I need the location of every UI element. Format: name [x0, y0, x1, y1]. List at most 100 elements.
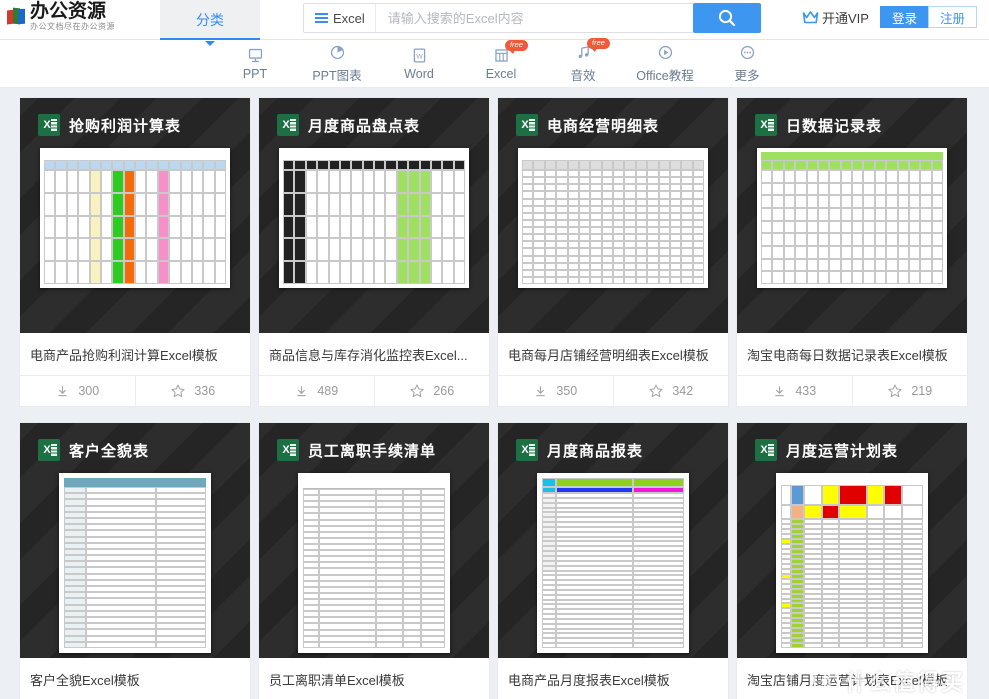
pie-chart-icon	[329, 44, 346, 62]
card-thumbnail[interactable]: X 客户全貌表	[20, 423, 250, 658]
nav-item-PPT[interactable]: PPT	[214, 46, 296, 81]
card-title[interactable]: 商品信息与库存消化监控表Excel...	[259, 333, 489, 376]
template-card[interactable]: X 月度运营计划表 淘宝店铺月度运营计划表Excel模板值什么值得买	[737, 423, 967, 699]
excel-file-icon: X	[277, 439, 299, 461]
favorite-count[interactable]: 342	[612, 376, 729, 406]
spreadsheet-preview	[40, 148, 230, 288]
favorite-count-value: 336	[194, 384, 216, 398]
search-icon	[718, 9, 736, 27]
favorite-count[interactable]: 219	[851, 376, 968, 406]
excel-file-icon: X	[516, 439, 538, 461]
template-card[interactable]: X 抢购利润计算表 电商产品抢购利润计算Excel模板 300 336	[20, 98, 250, 406]
card-thumbnail[interactable]: X 电商经营明细表	[498, 98, 728, 333]
excel-file-icon: X	[38, 114, 60, 136]
tab-category[interactable]: 分类	[160, 0, 260, 46]
nav-item-Office教程[interactable]: Office教程	[624, 44, 706, 84]
template-card[interactable]: X 员工离职手续清单员工离职清单Excel模板	[259, 423, 489, 699]
star-icon	[888, 384, 902, 398]
spreadsheet-preview	[298, 473, 450, 653]
nav-item-label: 音效	[570, 68, 596, 83]
spreadsheet-preview	[279, 148, 469, 288]
logo-subtitle: 办公文档尽在办公资源	[30, 22, 115, 31]
site-logo[interactable]: 办公资源 办公文档尽在办公资源	[0, 0, 150, 31]
thumbnail-title: 客户全貌表	[69, 441, 150, 460]
spreadsheet-preview	[518, 148, 708, 288]
card-title[interactable]: 淘宝店铺月度运营计划表Excel模板	[737, 658, 967, 699]
vip-button[interactable]: 开通VIP	[802, 8, 869, 27]
nav-item-Word[interactable]: W Word	[378, 46, 460, 81]
thumbnail-title: 月度商品盘点表	[308, 116, 421, 135]
nav-item-音效[interactable]: 音效 free	[542, 37, 624, 84]
nav-item-更多[interactable]: 更多	[706, 44, 788, 84]
download-count-value: 433	[795, 384, 817, 398]
download-icon	[58, 385, 67, 396]
favorite-count[interactable]: 336	[134, 376, 251, 406]
favorite-count-value: 342	[672, 384, 694, 398]
free-badge: free	[587, 37, 610, 53]
template-grid: X 抢购利润计算表 电商产品抢购利润计算Excel模板 300 336 X 月度商品盘点表…	[0, 88, 989, 699]
card-title[interactable]: 电商每月店铺经营明细表Excel模板	[498, 333, 728, 376]
download-count[interactable]: 489	[259, 376, 374, 406]
excel-file-icon: X	[755, 114, 777, 136]
template-card[interactable]: X 日数据记录表 淘宝电商每日数据记录表Excel模板 433 219	[737, 98, 967, 406]
template-card-slot: X 电商经营明细表 电商每月店铺经营明细表Excel模板 350 342	[498, 98, 737, 406]
card-title[interactable]: 客户全貌Excel模板	[20, 658, 250, 699]
thumbnail-title: 抢购利润计算表	[69, 116, 182, 135]
template-card-slot: X 月度商品报表电商产品月度报表Excel模板	[498, 423, 737, 699]
star-icon	[171, 384, 185, 398]
card-title[interactable]: 员工离职清单Excel模板	[259, 658, 489, 699]
tab-category-label: 分类	[196, 12, 224, 28]
search-area: Excel	[303, 3, 761, 33]
template-card-slot: X 员工离职手续清单员工离职清单Excel模板	[259, 423, 498, 699]
register-button[interactable]: 注册	[927, 6, 977, 28]
favorite-count[interactable]: 266	[373, 376, 490, 406]
card-thumbnail[interactable]: X 月度运营计划表	[737, 423, 967, 658]
logo-title: 办公资源	[30, 0, 107, 22]
nav-item-label: PPT图表	[312, 68, 362, 83]
download-count[interactable]: 433	[737, 376, 852, 406]
nav-item-Excel[interactable]: Excel free	[460, 40, 542, 81]
card-stats: 300 336	[20, 376, 250, 406]
template-card-slot: X 月度运营计划表 淘宝店铺月度运营计划表Excel模板值什么值得买	[737, 423, 976, 699]
search-input[interactable]	[375, 4, 693, 32]
monitor-icon	[247, 46, 264, 64]
template-card[interactable]: X 月度商品盘点表 商品信息与库存消化监控表Excel... 489 266	[259, 98, 489, 406]
auth-buttons: 登录 注册	[879, 6, 977, 28]
nav-item-label: PPT	[242, 67, 268, 81]
card-stats: 489 266	[259, 376, 489, 406]
thumbnail-title: 员工离职手续清单	[308, 441, 437, 460]
nav-item-label: Excel	[485, 67, 517, 81]
thumbnail-title: 月度商品报表	[547, 441, 644, 460]
template-card[interactable]: X 客户全貌表 客户全貌Excel模板	[20, 423, 250, 699]
card-thumbnail[interactable]: X 员工离职手续清单	[259, 423, 489, 658]
nav-item-label: 更多	[734, 68, 760, 83]
card-thumbnail[interactable]: X 抢购利润计算表	[20, 98, 250, 333]
spreadsheet-preview	[776, 473, 928, 653]
card-thumbnail[interactable]: X 月度商品报表	[498, 423, 728, 658]
crown-icon	[802, 10, 819, 23]
template-card-slot: X 日数据记录表 淘宝电商每日数据记录表Excel模板 433 219	[737, 98, 976, 406]
card-thumbnail[interactable]: X 月度商品盘点表	[259, 98, 489, 333]
card-title[interactable]: 淘宝电商每日数据记录表Excel模板	[737, 333, 967, 376]
thumbnail-title: 日数据记录表	[786, 116, 883, 135]
search-type-dropdown[interactable]: Excel	[304, 4, 376, 32]
download-count[interactable]: 350	[498, 376, 613, 406]
card-stats: 350 342	[498, 376, 728, 406]
download-count[interactable]: 300	[20, 376, 135, 406]
card-thumbnail[interactable]: X 日数据记录表	[737, 98, 967, 333]
ellipsis-circle-icon	[739, 44, 756, 62]
nav-item-label: Word	[404, 67, 434, 81]
category-nav: PPT PPT图表 W Word Excel free 音效 free Office教程 更多	[0, 37, 989, 88]
play-circle-icon	[657, 44, 674, 62]
excel-file-icon: X	[755, 439, 777, 461]
download-icon	[297, 385, 306, 396]
template-card[interactable]: X 月度商品报表电商产品月度报表Excel模板	[498, 423, 728, 699]
template-card[interactable]: X 电商经营明细表 电商每月店铺经营明细表Excel模板 350 342	[498, 98, 728, 406]
card-title[interactable]: 电商产品抢购利润计算Excel模板	[20, 333, 250, 376]
search-button[interactable]	[693, 3, 761, 33]
spreadsheet-preview	[757, 148, 947, 288]
card-title[interactable]: 电商产品月度报表Excel模板	[498, 658, 728, 699]
login-button[interactable]: 登录	[879, 6, 928, 28]
site-header: 办公资源 办公文档尽在办公资源 分类 Excel 开通VIP	[0, 0, 989, 46]
nav-item-PPT图表[interactable]: PPT图表	[296, 44, 378, 84]
